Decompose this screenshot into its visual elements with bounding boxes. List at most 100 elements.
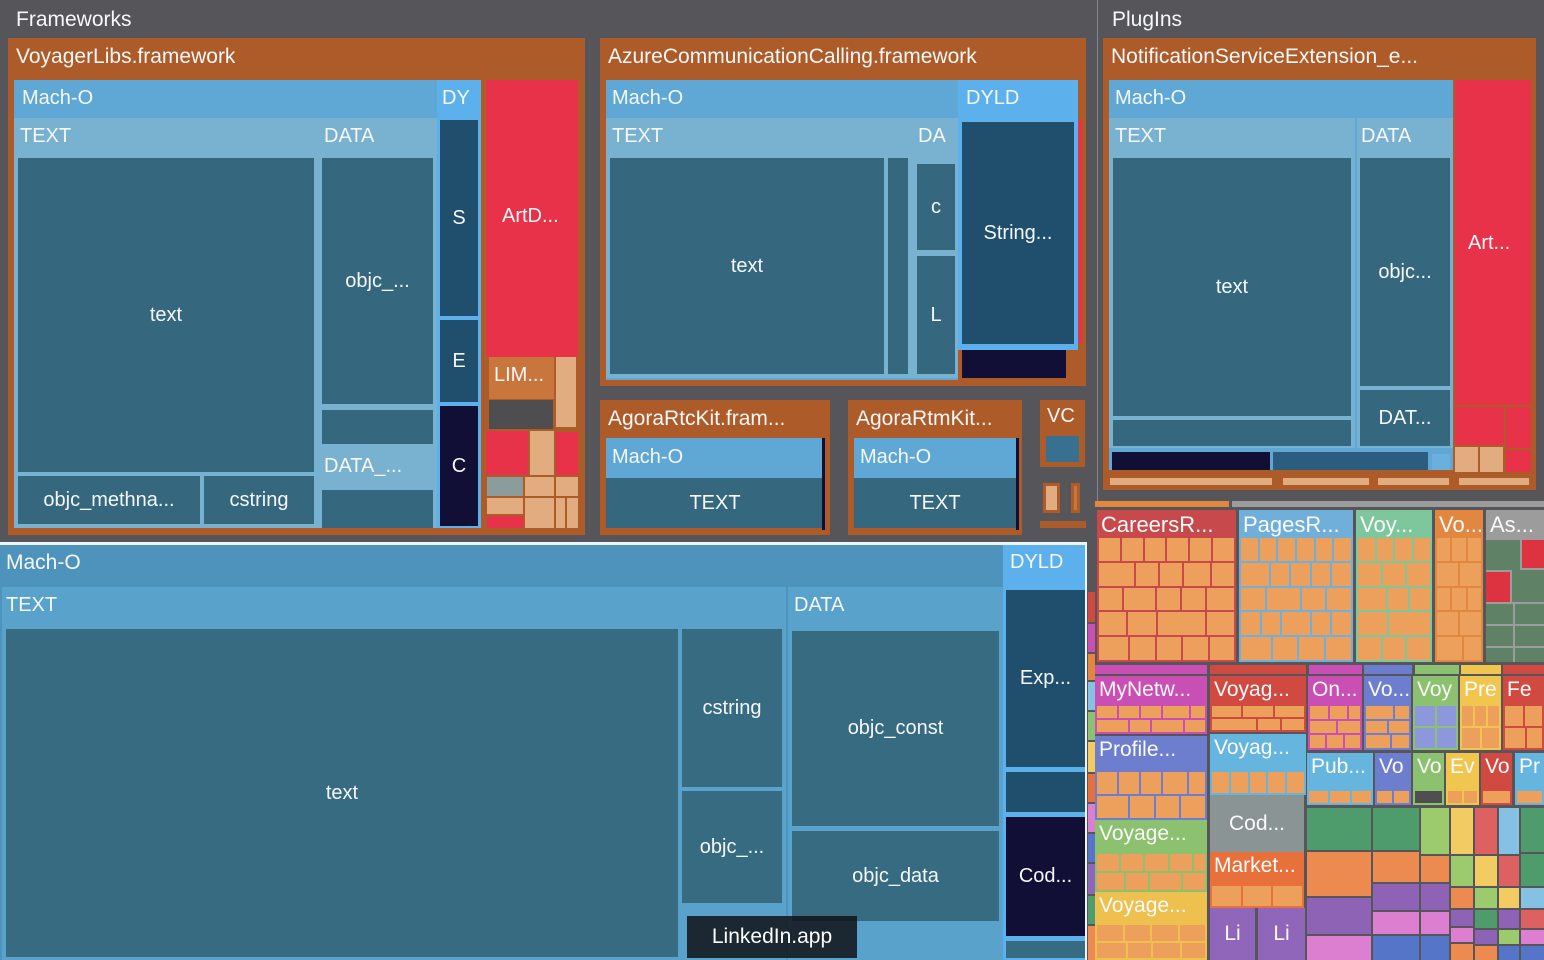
treemap-strip[interactable] [1088, 926, 1095, 960]
treemap-strip[interactable] [1364, 665, 1412, 674]
treemap-cell[interactable] [1212, 886, 1241, 906]
treemap-cell[interactable] [1330, 706, 1348, 719]
treemap-cell[interactable] [1373, 912, 1419, 934]
treemap-cell[interactable] [1262, 612, 1281, 635]
treemap-cell[interactable] [1522, 540, 1544, 568]
treemap-module[interactable]: Vo... [1435, 510, 1483, 662]
treemap-strip[interactable] [1088, 834, 1095, 862]
treemap-cell[interactable] [1499, 930, 1519, 944]
treemap-cell[interactable] [1310, 721, 1336, 734]
treemap-cell[interactable] [1307, 936, 1371, 960]
treemap-strip[interactable] [1095, 665, 1207, 674]
treemap-cell[interactable] [1437, 588, 1450, 611]
treemap-cell[interactable] [1267, 588, 1300, 611]
treemap-cell[interactable] [1448, 791, 1462, 803]
treemap-cell[interactable] [1475, 946, 1497, 960]
treemap-cell[interactable] [1097, 772, 1117, 794]
treemap-cell[interactable] [1119, 706, 1139, 718]
treemap-cell[interactable] [1310, 735, 1325, 748]
treemap-cell[interactable] [1395, 706, 1409, 719]
treemap-node-plugin-text-small[interactable] [1113, 420, 1351, 446]
treemap-cell[interactable] [1119, 772, 1139, 794]
treemap-cell[interactable] [1421, 856, 1449, 882]
treemap-cell[interactable] [1521, 888, 1544, 908]
treemap-cell[interactable] [1451, 808, 1473, 854]
treemap-strip[interactable] [1461, 665, 1501, 674]
treemap-cell[interactable] [1130, 637, 1154, 660]
treemap-cell[interactable] [1460, 563, 1481, 586]
treemap-node-voyager-e[interactable]: E [440, 320, 478, 402]
treemap-cell[interactable] [1486, 540, 1520, 570]
treemap-cell[interactable] [1287, 772, 1304, 793]
treemap-cell[interactable] [1273, 886, 1302, 906]
treemap-cell[interactable] [1185, 720, 1205, 732]
treemap-cell[interactable] [1243, 706, 1272, 717]
treemap-cell[interactable] [1097, 943, 1126, 959]
treemap-cell[interactable] [1352, 791, 1371, 803]
treemap-cell[interactable] [1182, 588, 1205, 611]
treemap-cell[interactable] [1366, 706, 1393, 719]
treemap-cell[interactable] [1515, 604, 1544, 624]
treemap-cell[interactable] [1338, 721, 1360, 734]
treemap-cell[interactable] [1499, 910, 1519, 928]
treemap-module[interactable]: As... [1486, 510, 1544, 662]
treemap-cell[interactable] [1468, 588, 1481, 611]
treemap-cell[interactable] [1275, 706, 1304, 717]
treemap-module[interactable]: CareersR... [1097, 510, 1236, 662]
treemap-cell[interactable] [1475, 808, 1497, 854]
treemap-cell[interactable] [1189, 772, 1205, 794]
treemap-strip[interactable] [1503, 665, 1544, 674]
treemap-cell[interactable] [1330, 791, 1349, 803]
treemap-cell[interactable] [1145, 854, 1167, 871]
treemap-cell[interactable] [1160, 563, 1182, 586]
treemap-node-azure-l[interactable]: L [917, 256, 955, 374]
treemap-cell[interactable] [1464, 637, 1482, 660]
treemap-strip[interactable] [1309, 665, 1362, 674]
treemap-node-app-dyld-small[interactable] [1006, 772, 1085, 812]
treemap-cell[interactable] [1167, 538, 1188, 561]
treemap-cell[interactable] [1250, 772, 1267, 793]
treemap-cell[interactable] [1407, 563, 1430, 586]
treemap-cell[interactable] [1150, 873, 1181, 890]
treemap-cell[interactable] [1097, 720, 1128, 732]
treemap-module[interactable]: Vo [1375, 753, 1411, 805]
treemap-cell[interactable] [1383, 637, 1406, 660]
treemap-module[interactable]: Cod... [1210, 795, 1304, 852]
treemap-strip[interactable] [1088, 774, 1095, 802]
treemap-cell[interactable] [1099, 637, 1128, 660]
treemap-cell[interactable] [1258, 719, 1280, 730]
treemap-cell[interactable] [1358, 588, 1386, 611]
treemap-node-agorartmkit-text[interactable]: TEXT [854, 478, 1016, 528]
treemap-cell[interactable] [1389, 721, 1410, 734]
treemap-cell[interactable] [1183, 637, 1207, 660]
treemap-cell[interactable] [1126, 873, 1148, 890]
treemap-cell[interactable] [1512, 570, 1544, 602]
treemap-cell[interactable] [1410, 588, 1430, 611]
treemap-strip[interactable] [1088, 896, 1095, 924]
treemap-cell[interactable] [1452, 588, 1465, 611]
treemap-node-app-text-seg[interactable]: text [6, 629, 678, 957]
treemap-module[interactable]: Profile... [1095, 736, 1207, 820]
treemap-cell[interactable] [1460, 612, 1481, 635]
treemap-cell[interactable] [1207, 588, 1234, 611]
treemap-cell[interactable] [1191, 706, 1205, 718]
treemap-cell[interactable] [1156, 796, 1180, 818]
treemap-cell[interactable] [1468, 538, 1481, 561]
treemap-cell[interactable] [1282, 612, 1310, 635]
treemap-cell[interactable] [1377, 538, 1394, 561]
treemap-cell[interactable] [1040, 521, 1086, 528]
treemap-cell[interactable] [1327, 735, 1342, 748]
treemap-cell[interactable] [1415, 728, 1435, 748]
treemap-cell[interactable] [1243, 886, 1272, 906]
treemap-cell[interactable] [1464, 791, 1478, 803]
treemap-cell[interactable] [1332, 612, 1351, 635]
treemap-cell[interactable] [1307, 852, 1371, 896]
treemap-cell[interactable] [1486, 572, 1510, 602]
treemap-cell[interactable] [1299, 637, 1324, 660]
treemap-strip[interactable] [1210, 665, 1306, 674]
treemap-cell[interactable] [1486, 626, 1513, 646]
treemap-node-plugin-text-seg[interactable]: text [1113, 158, 1351, 416]
treemap-cell[interactable] [1297, 538, 1314, 561]
treemap-strip[interactable] [1088, 712, 1095, 740]
treemap-cell[interactable] [1099, 612, 1126, 635]
